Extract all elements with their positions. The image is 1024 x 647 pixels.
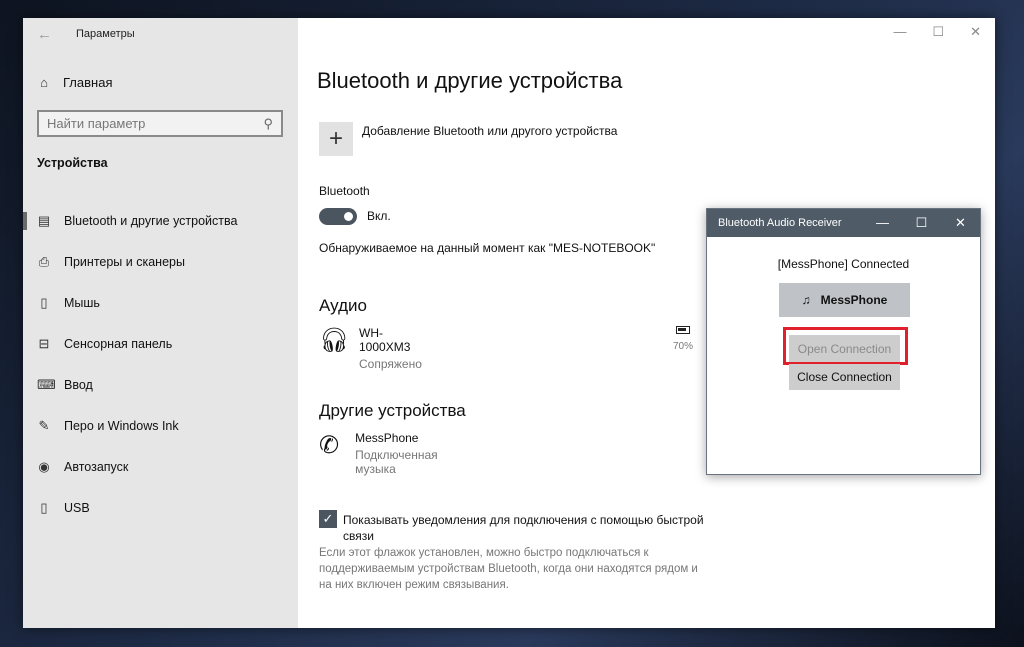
battery-indicator: 70%	[673, 326, 693, 352]
other-devices-heading: Другие устройства	[319, 401, 466, 420]
autoplay-icon: ◉	[38, 458, 50, 474]
bluetooth-audio-receiver-window: Bluetooth Audio Receiver — ☐ ✕ [MessPhone]…	[706, 208, 981, 475]
sidebar-item-label: Автозапуск	[64, 459, 129, 474]
device-name: MessPhone	[355, 431, 419, 445]
battery-icon	[676, 326, 690, 334]
window-controls: — ☐ ✕	[893, 24, 981, 40]
add-device-label[interactable]: Добавление Bluetooth или другого устройс…	[362, 124, 617, 138]
device-status: Подключенная музыка	[355, 448, 438, 476]
mouse-icon: ▯	[40, 294, 48, 310]
popup-maximize-button[interactable]: ☐	[902, 209, 941, 237]
highlight-box	[783, 327, 908, 365]
printer-icon: ⎙	[38, 253, 50, 269]
swift-pair-help: Если этот флажок установлен, можно быстр…	[319, 547, 698, 591]
sidebar: ← Параметры ⌂ Главная Найти параметр ⚲ Уст…	[23, 18, 298, 628]
audio-device-item[interactable]: 🎧︎ WH-1000XM3 Сопряжено	[319, 326, 422, 371]
sidebar-item-pen[interactable]: ✎ Перо и Windows Ink	[23, 405, 298, 446]
swift-pair-label[interactable]: Показывать уведомления для подключения с…	[343, 512, 713, 544]
page-title: Bluetooth и другие устройства	[317, 68, 623, 93]
sidebar-item-autoplay[interactable]: ◉ Автозапуск	[23, 446, 298, 487]
usb-icon: ▯	[40, 499, 48, 515]
popup-close-button[interactable]: ✕	[941, 209, 980, 237]
music-note-icon: ♫	[801, 293, 811, 307]
device-name: WH-1000XM3	[359, 326, 411, 354]
sidebar-item-label: USB	[64, 500, 90, 515]
pen-icon: ✎	[38, 417, 50, 433]
sidebar-item-label: Сенсорная панель	[64, 336, 173, 351]
sidebar-nav: ▤ Bluetooth и другие устройства ⎙ Принтеры…	[23, 200, 298, 528]
keyboard-icon: ⌨	[37, 376, 56, 392]
device-button-label: MessPhone	[820, 293, 888, 307]
sidebar-item-printers[interactable]: ⎙ Принтеры и сканеры	[23, 241, 298, 282]
headphones-icon: 🎧︎	[319, 327, 350, 354]
minimize-button[interactable]: —	[893, 24, 906, 40]
sidebar-home[interactable]: ⌂ Главная	[37, 75, 112, 90]
device-button[interactable]: ♫ MessPhone	[779, 283, 910, 317]
back-arrow-icon[interactable]: ←	[37, 26, 52, 43]
sidebar-item-label: Bluetooth и другие устройства	[64, 213, 238, 228]
bluetooth-label: Bluetooth	[319, 184, 370, 198]
sidebar-item-bluetooth[interactable]: ▤ Bluetooth и другие устройства	[23, 200, 298, 241]
search-input[interactable]: Найти параметр ⚲	[37, 110, 283, 137]
phone-icon: ✆	[319, 432, 340, 459]
popup-titlebar[interactable]: Bluetooth Audio Receiver — ☐ ✕	[707, 209, 980, 237]
sidebar-item-touchpad[interactable]: ⊟ Сенсорная панель	[23, 323, 298, 364]
popup-minimize-button[interactable]: —	[863, 209, 902, 237]
devices-icon: ▤	[37, 212, 51, 228]
swift-pair-checkbox[interactable]: ✓	[319, 510, 337, 528]
battery-level: 70%	[673, 341, 694, 352]
section-heading: Устройства	[37, 156, 108, 170]
home-icon: ⌂	[40, 75, 48, 90]
sidebar-item-label: Принтеры и сканеры	[64, 254, 185, 269]
app-title: Параметры	[76, 28, 135, 40]
toggle-state: Вкл.	[367, 209, 391, 223]
bluetooth-toggle[interactable]	[319, 208, 357, 225]
sidebar-item-typing[interactable]: ⌨ Ввод	[23, 364, 298, 405]
sidebar-item-label: Ввод	[64, 377, 93, 392]
close-connection-button[interactable]: Close Connection	[789, 364, 900, 390]
plus-icon: +	[328, 125, 343, 152]
search-icon: ⚲	[263, 116, 273, 131]
search-placeholder: Найти параметр	[47, 116, 146, 131]
discoverable-text: Обнаруживаемое на данный момент как "MES…	[319, 241, 656, 255]
device-status: Сопряжено	[359, 357, 422, 371]
audio-heading: Аудио	[319, 296, 367, 315]
maximize-button[interactable]: ☐	[932, 24, 944, 40]
sidebar-item-usb[interactable]: ▯ USB	[23, 487, 298, 528]
sidebar-item-label: Перо и Windows Ink	[64, 418, 179, 433]
home-label: Главная	[63, 75, 113, 90]
sidebar-item-label: Мышь	[64, 295, 100, 310]
checkmark-icon: ✓	[322, 511, 334, 526]
other-device-item[interactable]: ✆ MessPhone Подключенная музыка	[319, 431, 442, 476]
connection-status: [MessPhone] Connected	[777, 257, 910, 271]
touchpad-icon: ⊟	[38, 335, 50, 351]
popup-title: Bluetooth Audio Receiver	[718, 217, 842, 229]
sidebar-item-mouse[interactable]: ▯ Мышь	[23, 282, 298, 323]
close-button[interactable]: ✕	[970, 24, 981, 40]
add-device-button[interactable]: +	[319, 122, 353, 156]
